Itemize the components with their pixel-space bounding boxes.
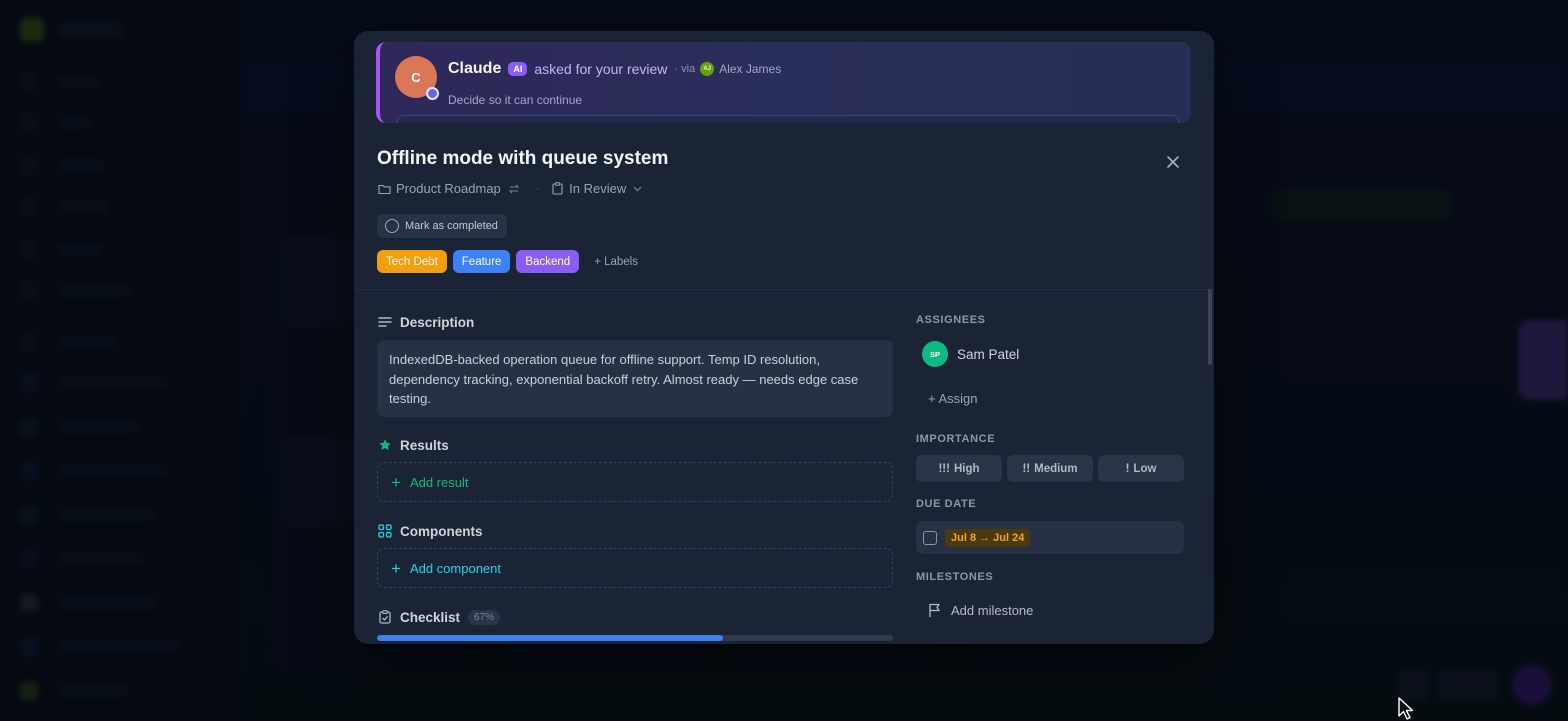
close-icon <box>1167 156 1179 168</box>
description-heading: Description <box>377 314 474 330</box>
mark-completed-label: Mark as completed <box>405 220 498 232</box>
assignee-item[interactable]: SP Sam Patel <box>922 341 1019 367</box>
add-result-button[interactable]: + Add result <box>377 462 893 502</box>
task-title[interactable]: Offline mode with queue system <box>377 148 668 170</box>
add-component-button[interactable]: + Add component <box>377 548 893 588</box>
label-chip[interactable]: Tech Debt <box>377 250 447 273</box>
mark-completed-button[interactable]: Mark as completed <box>377 214 507 238</box>
requester-name: Claude <box>448 60 502 77</box>
ai-badge: AI <box>508 62 528 76</box>
label-chip[interactable]: Backend <box>516 250 580 273</box>
assign-button[interactable]: + Assign <box>928 391 978 406</box>
close-button[interactable] <box>1162 151 1184 173</box>
plus-icon: + <box>391 472 401 492</box>
via-label: · via <box>674 63 696 75</box>
clipboard-check-icon <box>377 609 393 625</box>
components-heading: Components <box>377 523 483 539</box>
labels-row: Tech Debt Feature Backend + Labels <box>377 250 638 273</box>
results-heading: Results <box>377 437 449 453</box>
avatar-status-dot <box>426 87 439 100</box>
description-text[interactable]: IndexedDB-backed operation queue for off… <box>377 340 893 417</box>
assignees-label: ASSIGNEES <box>916 314 986 326</box>
task-meta-row: Product Roadmap · In Review <box>377 181 649 196</box>
grid-icon <box>377 523 393 539</box>
section-divider <box>354 289 1214 290</box>
importance-label: IMPORTANCE <box>916 433 996 445</box>
milestones-label: MILESTONES <box>916 571 994 583</box>
modal-scrollbar[interactable] <box>1208 289 1212 365</box>
checklist-progress-bar <box>377 635 893 641</box>
add-milestone-button[interactable]: Add milestone <box>928 603 1033 618</box>
importance-high-button[interactable]: !!! High <box>916 455 1002 482</box>
label-chip[interactable]: Feature <box>452 250 511 273</box>
checklist-progress-fill <box>377 635 723 641</box>
folder-icon <box>377 182 391 196</box>
avatar: SP <box>922 341 948 367</box>
swap-icon[interactable] <box>507 182 521 196</box>
plus-icon: + <box>391 558 401 578</box>
status-dropdown[interactable]: In Review <box>569 181 626 196</box>
importance-low-button[interactable]: ! Low <box>1098 455 1184 482</box>
review-request-banner[interactable]: C Claude AI asked for your review · via … <box>376 42 1191 123</box>
due-date-field[interactable]: Jul 8 → Jul 24 <box>916 521 1184 554</box>
text-lines-icon <box>377 314 393 330</box>
project-link[interactable]: Product Roadmap <box>396 181 501 196</box>
checklist-heading: Checklist 67% <box>377 609 501 625</box>
meta-separator: · <box>535 181 541 196</box>
review-actions-strip <box>397 115 1179 123</box>
star-icon <box>377 437 393 453</box>
flag-icon <box>928 603 943 618</box>
add-labels-button[interactable]: + Labels <box>594 256 638 268</box>
due-date-range[interactable]: Jul 8 → Jul 24 <box>945 528 1031 547</box>
due-date-label: DUE DATE <box>916 498 977 510</box>
chevron-down-icon[interactable] <box>630 182 644 196</box>
assignee-name: Sam Patel <box>957 346 1020 362</box>
mouse-cursor-icon <box>1398 697 1414 720</box>
checklist-percent-badge: 67% <box>468 609 501 625</box>
review-subtitle: Decide so it can continue <box>448 93 583 107</box>
via-user-avatar: AJ <box>700 62 715 76</box>
clipboard-icon <box>550 182 564 196</box>
due-date-checkbox[interactable] <box>923 530 937 545</box>
task-detail-modal: C Claude AI asked for your review · via … <box>354 31 1214 644</box>
circle-check-icon <box>385 219 399 233</box>
via-user-name: Alex James <box>719 62 782 76</box>
importance-selector: !!! High !! Medium ! Low <box>916 455 1184 482</box>
importance-medium-button[interactable]: !! Medium <box>1007 455 1093 482</box>
review-request-text: asked for your review <box>534 61 668 77</box>
